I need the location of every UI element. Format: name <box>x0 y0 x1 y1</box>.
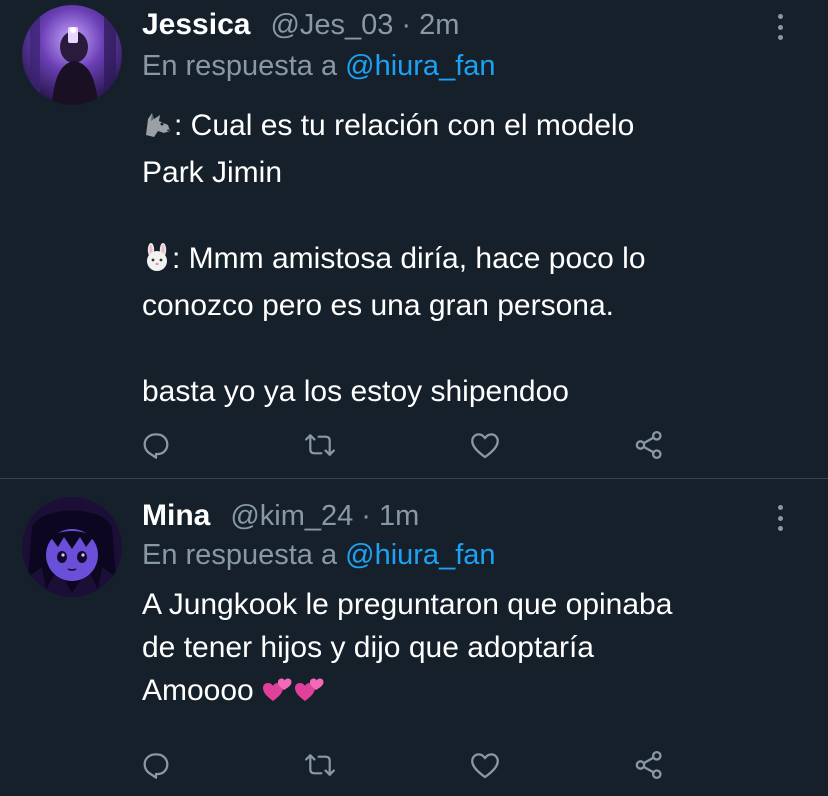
tweet-header: Jessica @Jes_03 · 2m <box>142 8 459 42</box>
two-hearts-emoji <box>262 673 294 716</box>
retweet-icon[interactable] <box>300 425 340 465</box>
author-name[interactable]: Jessica <box>142 8 250 42</box>
tweet-actions <box>142 745 682 785</box>
rabbit-emoji <box>142 241 172 284</box>
share-icon[interactable] <box>629 745 669 785</box>
wolf-emoji <box>142 108 174 151</box>
tweet-feed: Jessica @Jes_03 · 2m En respuesta a @hiu… <box>0 0 828 796</box>
reply-mention-link[interactable]: @hiura_fan <box>345 539 495 571</box>
reply-icon[interactable] <box>136 425 176 465</box>
reply-mention-link[interactable]: @hiura_fan <box>345 50 495 82</box>
tweet-actions <box>142 425 682 465</box>
reply-context: En respuesta a @hiura_fan <box>142 539 496 572</box>
tweet-paragraph: : Cual es tu relación con el modelo Park… <box>142 104 792 194</box>
tweet-text: A Jungkook le preguntaron que opinaba de… <box>142 583 792 716</box>
tweet-line: Park Jimin <box>142 156 283 189</box>
like-icon[interactable] <box>465 745 505 785</box>
more-options-icon[interactable] <box>774 14 786 40</box>
timestamp[interactable]: 1m <box>379 500 419 533</box>
separator-dot: · <box>401 9 412 41</box>
author-name[interactable]: Mina <box>142 499 210 533</box>
reply-prefix: En respuesta a <box>142 50 338 82</box>
tweet-line: : Cual es tu relación con el modelo <box>174 109 635 142</box>
reply-icon[interactable] <box>136 745 176 785</box>
share-icon[interactable] <box>629 425 669 465</box>
reply-context: En respuesta a @hiura_fan <box>142 50 496 83</box>
tweet-line: basta yo ya los estoy shipendoo <box>142 375 569 408</box>
retweet-icon[interactable] <box>300 745 340 785</box>
tweet-line: : Mmm amistosa diría, hace poco lo <box>172 242 646 275</box>
tweet-line: A Jungkook le preguntaron que opinaba <box>142 588 673 621</box>
two-hearts-emoji <box>294 673 326 716</box>
more-options-icon[interactable] <box>774 505 786 531</box>
tweet[interactable]: Jessica @Jes_03 · 2m En respuesta a @hiu… <box>0 0 828 478</box>
tweet-line: de tener hijos y dijo que adoptaría <box>142 631 594 664</box>
tweet-header: Mina @kim_24 · 1m <box>142 499 419 533</box>
tweet-text: : Cual es tu relación con el modelo Park… <box>142 104 792 413</box>
tweet[interactable]: Mina @kim_24 · 1m En respuesta a @hiura_… <box>0 479 828 796</box>
timestamp[interactable]: 2m <box>419 9 459 42</box>
tweet-line: Amoooo <box>142 674 254 707</box>
author-handle[interactable]: @kim_24 <box>230 500 353 533</box>
avatar[interactable] <box>22 5 122 105</box>
avatar[interactable] <box>22 497 122 597</box>
tweet-paragraph: : Mmm amistosa diría, hace poco lo conoz… <box>142 237 792 327</box>
tweet-paragraph: basta yo ya los estoy shipendoo <box>142 370 792 413</box>
tweet-paragraph: A Jungkook le preguntaron que opinaba de… <box>142 583 792 716</box>
author-handle[interactable]: @Jes_03 <box>270 9 393 42</box>
tweet-line: conozco pero es una gran persona. <box>142 289 614 322</box>
separator-dot: · <box>361 500 371 532</box>
like-icon[interactable] <box>465 425 505 465</box>
reply-prefix: En respuesta a <box>142 539 338 571</box>
